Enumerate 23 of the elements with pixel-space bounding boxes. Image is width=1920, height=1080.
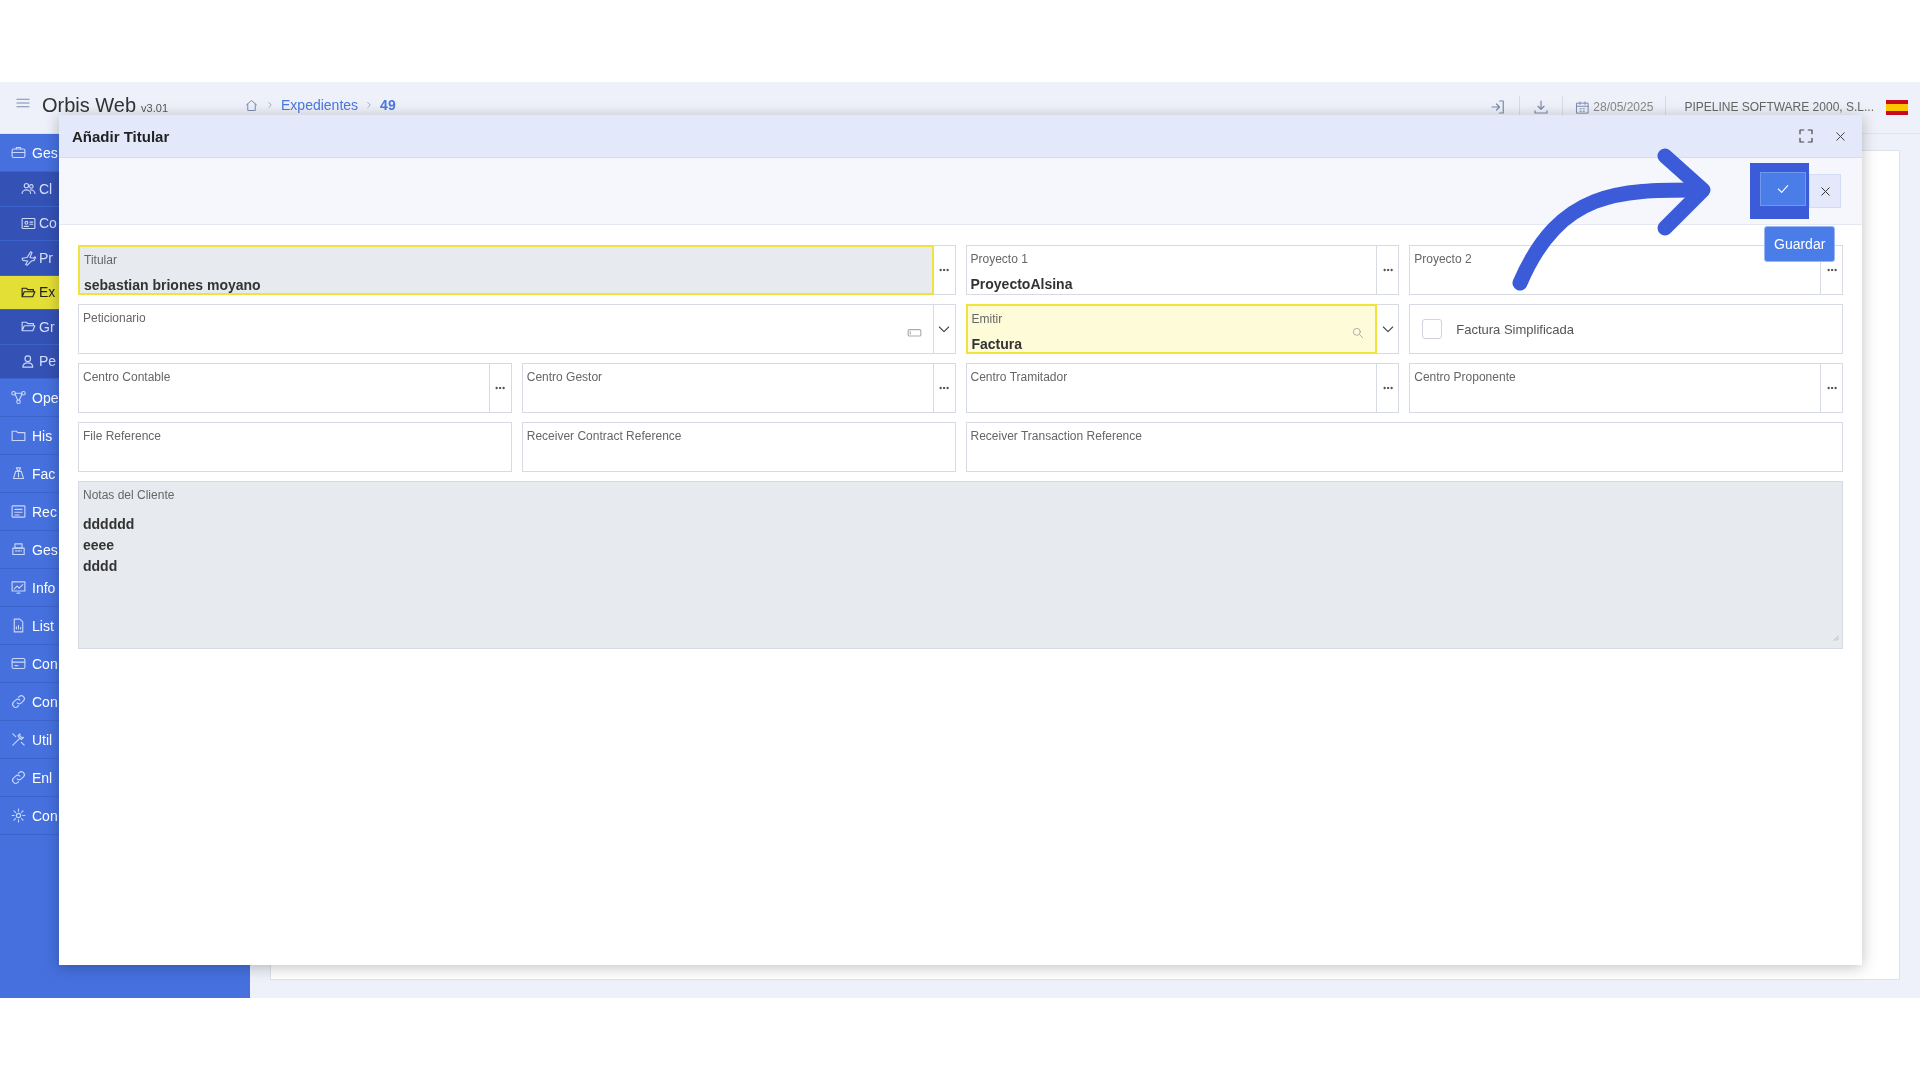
field-value: ProyectoAlsina [970,275,1074,294]
field-label: Receiver Contract Reference [526,429,683,443]
field-label: Centro Tramitador [970,370,1069,384]
app-title: Orbis Web [42,94,137,117]
field-label: File Reference [83,429,163,443]
field-label: Receiver Transaction Reference [970,429,1143,443]
field-value: sebastian briones moyano [84,276,262,295]
field-label: Notas del Cliente [83,488,176,502]
field-label: Centro Proponente [1414,370,1517,384]
field-label: Proyecto 2 [1414,252,1473,266]
field-label: Peticionario [83,311,147,325]
tooltip: Guardar [1764,226,1836,262]
field-value: Factura [971,335,1024,354]
field-label: Titular [84,253,118,267]
dialog-title: Añadir Titular [72,127,171,145]
field-value: dddddd eeee dddd [83,515,136,576]
field-label: Proyecto 1 [970,252,1029,266]
field-label: Centro Gestor [526,370,604,384]
app-version: v3.01 [141,102,169,114]
field-label: Centro Contable [83,370,172,384]
field-label: Emitir [971,312,1004,326]
date-text: 28/05/2025 [1593,100,1654,114]
checkbox-label: Factura Simplificada [1456,321,1575,337]
